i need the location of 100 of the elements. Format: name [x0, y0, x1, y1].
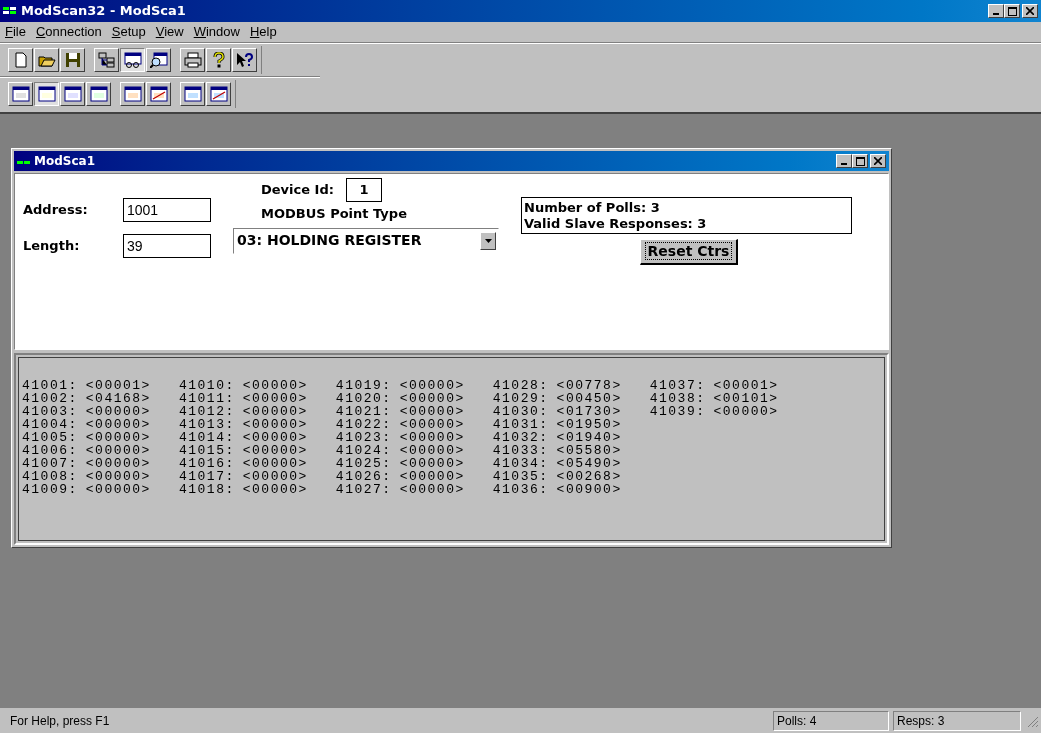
register-value: <00268> [556, 470, 622, 483]
register-address: 41007: [22, 457, 78, 470]
register-value: <00000> [399, 392, 465, 405]
app-icon [3, 7, 17, 15]
pointer-question-icon [235, 52, 254, 68]
menu-item[interactable]: Connection [35, 22, 102, 42]
close-icon [874, 157, 882, 165]
counter-text: Valid Slave Responses: 3 [524, 215, 708, 232]
maximize-button[interactable] [1004, 4, 1020, 18]
register-address: 41005: [22, 431, 78, 444]
register-address: 41027: [335, 483, 392, 496]
register-address: 41030: [492, 405, 549, 418]
register-address: 41029: [492, 392, 549, 405]
register-address: 41003: [22, 405, 78, 418]
toolbar-button[interactable] [34, 82, 59, 106]
register-value: <00000> [85, 483, 151, 496]
register-value: <00000> [399, 470, 465, 483]
device-id-field[interactable]: 1 [345, 178, 382, 202]
register-value: <00000> [399, 457, 465, 470]
close-button[interactable] [1022, 4, 1038, 18]
maximize-button[interactable] [852, 154, 868, 168]
magnifier-window-icon [149, 52, 168, 68]
point-type-dropdown[interactable]: 03: HOLDING REGISTER [233, 227, 499, 254]
register-value: <00101> [713, 392, 779, 405]
register-value: <00000> [399, 431, 465, 444]
menu-item[interactable]: Window [193, 22, 240, 42]
register-address: 41010: [178, 379, 235, 392]
toolbar-button[interactable] [120, 48, 145, 72]
point-type-label: MODBUS Point Type [260, 205, 408, 223]
register-address: 41038: [649, 392, 706, 405]
register-value: <00000> [242, 457, 308, 470]
register-address: 41028: [492, 379, 549, 392]
register-value: <00000> [242, 470, 308, 483]
menu-item[interactable]: Setup [111, 22, 146, 42]
window-glasses-icon [123, 52, 142, 68]
register-value: <00000> [85, 431, 151, 444]
register-value: <00000> [399, 405, 465, 418]
register-value: <01730> [556, 405, 622, 418]
register-address: 41037: [649, 379, 706, 392]
maximize-icon [855, 156, 865, 166]
address-field[interactable]: 1001 [123, 198, 211, 222]
register-address: 41014: [178, 431, 235, 444]
minimize-button[interactable] [988, 4, 1004, 18]
register-address: 41024: [335, 444, 392, 457]
register-address: 41019: [335, 379, 392, 392]
dropdown-arrow-icon [484, 238, 492, 243]
register-value: <00001> [85, 379, 151, 392]
register-value: <00000> [713, 405, 779, 418]
register-value: <01940> [556, 431, 622, 444]
counter-text: Number of Polls: 3 [524, 199, 661, 216]
register-address: 41023: [335, 431, 392, 444]
register-value: <00000> [242, 405, 308, 418]
printer-icon [183, 52, 202, 68]
window-title: ModScan32 - ModSca1 [21, 2, 187, 21]
length-label: Length: [23, 237, 81, 256]
register-value: <00000> [85, 470, 151, 483]
register-address: 41032: [492, 431, 549, 444]
register-value: <00000> [242, 392, 308, 405]
responses-status: Resps: 3 [893, 710, 1021, 731]
register-value: <00000> [242, 379, 308, 392]
register-address: 41026: [335, 470, 392, 483]
tree-icon [97, 52, 116, 68]
register-address: 41039: [649, 405, 706, 418]
reset-counters-button[interactable]: Reset Ctrs [639, 239, 739, 265]
register-address: 41013: [178, 418, 235, 431]
close-icon [1026, 7, 1034, 15]
status-help-text: For Help, press F1 [9, 712, 111, 730]
register-value: <00450> [556, 392, 622, 405]
device-id-label: Device Id: [261, 181, 334, 200]
register-address: 41004: [22, 418, 78, 431]
register-address: 41001: [22, 379, 78, 392]
register-address: 41016: [178, 457, 235, 470]
menu-item[interactable]: View [155, 22, 184, 42]
register-value: <05580> [556, 444, 622, 457]
register-address: 41006: [22, 444, 78, 457]
register-address: 41018: [178, 483, 235, 496]
child-window-title: ModSca1 [34, 153, 96, 170]
menu-item[interactable]: Help [249, 22, 277, 42]
register-address: 41020: [335, 392, 392, 405]
register-value: <00778> [556, 379, 622, 392]
register-value: <00001> [713, 379, 779, 392]
length-field[interactable]: 39 [123, 234, 211, 258]
register-value: <00000> [242, 444, 308, 457]
register-address: 41012: [178, 405, 235, 418]
register-value: <00000> [242, 431, 308, 444]
register-address: 41034: [492, 457, 549, 470]
register-value: <00000> [242, 418, 308, 431]
register-address: 41033: [492, 444, 549, 457]
register-address: 41017: [178, 470, 235, 483]
register-address: 41002: [22, 392, 78, 405]
minimize-button[interactable] [836, 154, 852, 168]
menu-item[interactable]: File [5, 22, 26, 42]
register-address: 41035: [492, 470, 549, 483]
register-value: <00000> [85, 405, 151, 418]
register-value: <00000> [399, 379, 465, 392]
register-address: 41025: [335, 457, 392, 470]
close-button[interactable] [870, 154, 886, 168]
register-value: <05490> [556, 457, 622, 470]
polls-status: Polls: 4 [773, 710, 889, 731]
register-value: <00000> [399, 418, 465, 431]
